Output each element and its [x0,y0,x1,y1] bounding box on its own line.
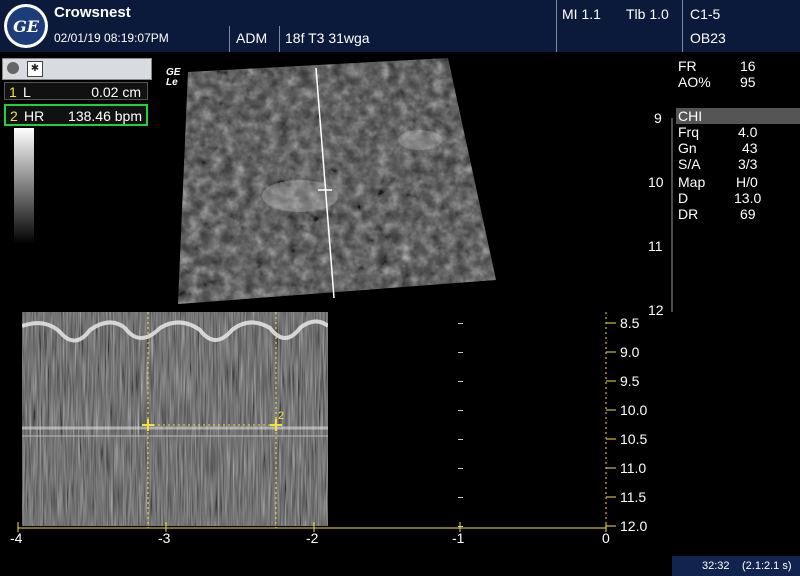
depth-mark-label: 10 [648,174,664,190]
param-value: 13.0 [734,190,762,206]
depth-mark-label: 11 [648,238,663,254]
param-value: H/0 [736,174,758,190]
m-mode-depth-label: 11.0 [620,460,647,476]
m-mode-depth-label: 10.0 [620,402,648,418]
b-mode-image[interactable] [170,50,510,310]
time-axis-label: -4 [10,530,23,546]
param-name: Map [678,174,706,190]
param-value: 16 [740,58,756,74]
param-name: AO% [678,74,711,90]
m-mode-depth-label: 10.5 [620,431,648,447]
caliper-number-label: 2 [278,410,285,422]
param-value: 43 [742,140,758,156]
m-mode-depth-label: 12.0 [620,518,648,534]
m-mode-depth-label: 9.0 [620,344,640,360]
param-name: S/A [678,156,701,172]
param-name: Frq [678,124,699,140]
probe-orientation-mark: GE Le [166,67,181,88]
time-axis-label: 0 [602,530,610,546]
cine-loop-duration: (2.1:2.1 s) [742,560,792,572]
param-value: 95 [740,74,756,90]
param-value: 4.0 [738,124,758,140]
param-name: D [678,190,689,206]
m-mode-depth-label: 8.5 [620,315,640,331]
param-name: CHI [678,108,703,124]
m-mode-grid-dots [458,323,463,527]
time-axis-label: -3 [158,530,171,546]
time-axis-label: -2 [306,530,319,546]
m-mode-depth-label: 9.5 [620,373,640,389]
depth-mark-label: 12 [648,302,664,318]
depth-mark-label: 9 [654,110,662,126]
m-mode-depth-label: 11.5 [620,489,647,505]
time-axis-label: -1 [452,530,465,546]
cine-status-bar[interactable]: 32:32 (2.1:2.1 s) [672,556,800,576]
param-name: Gn [678,140,697,156]
param-value: 69 [740,206,756,222]
cine-frame-counter: 32:32 [702,560,730,572]
m-mode-depth-ticks [605,312,616,528]
param-value: 3/3 [738,156,758,172]
param-name: FR [678,58,697,74]
param-name: DR [678,206,699,222]
